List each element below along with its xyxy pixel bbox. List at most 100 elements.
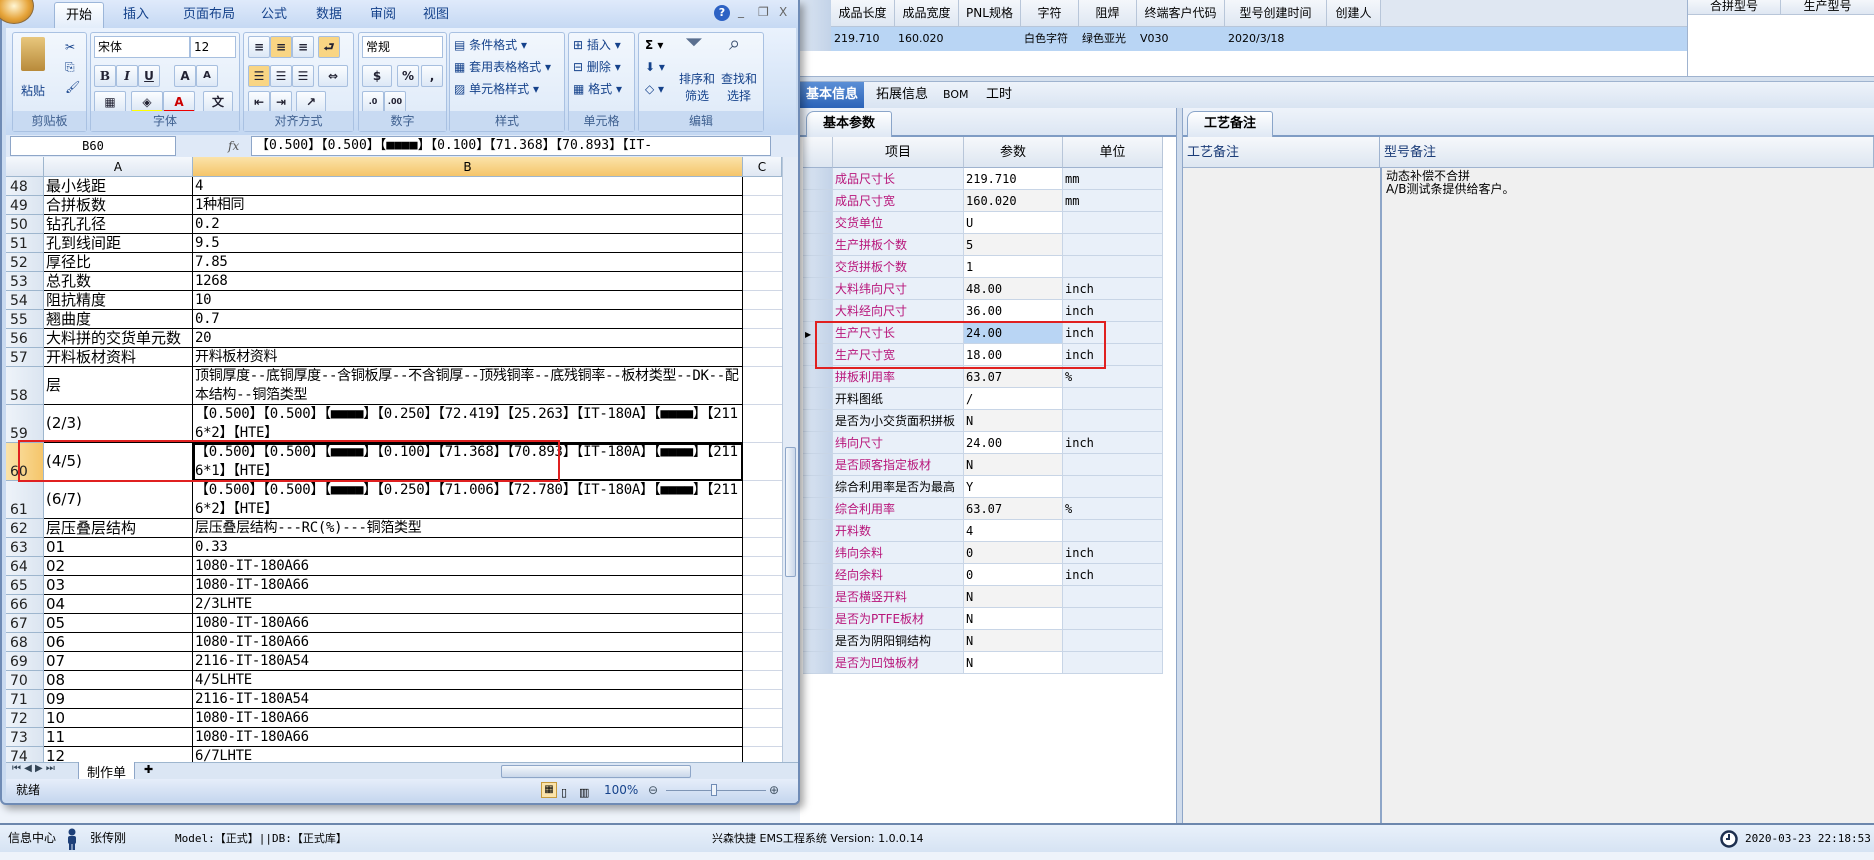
find-select-button[interactable]: 查找和 选择 xyxy=(721,71,757,105)
grid-column-header[interactable]: 型号创建时间 xyxy=(1225,0,1327,27)
row-selector[interactable] xyxy=(803,608,833,630)
param-row[interactable]: 开料数 4 xyxy=(800,520,1176,542)
param-row[interactable]: 生产尺寸宽 18.00 inch xyxy=(800,344,1176,366)
percent-button[interactable]: % xyxy=(397,65,419,87)
row-selector[interactable] xyxy=(803,234,833,256)
cell-b[interactable]: 1080-IT-180A66 xyxy=(193,633,743,652)
wrap-text-button[interactable]: ⮐ xyxy=(318,36,340,58)
row-selector[interactable] xyxy=(803,256,833,278)
cell-c[interactable] xyxy=(743,177,782,196)
cell-a[interactable]: 层压叠层结构 xyxy=(44,519,193,538)
param-value[interactable]: 160.020 xyxy=(964,190,1063,212)
cell-c[interactable] xyxy=(743,481,782,519)
clear-icon[interactable]: ◇ ▾ xyxy=(645,79,664,99)
param-value[interactable]: 4 xyxy=(964,520,1063,542)
zoom-out-button[interactable]: ⊖ xyxy=(648,779,658,801)
row-header[interactable]: 48 xyxy=(6,177,44,196)
cell-b[interactable]: 6/7LHTE xyxy=(193,747,743,762)
row-header[interactable]: 70 xyxy=(6,671,44,690)
cell-b[interactable]: 7.85 xyxy=(193,253,743,272)
param-row[interactable]: 开料图纸 / xyxy=(800,388,1176,410)
cell-a[interactable]: 06 xyxy=(44,633,193,652)
tab-basic-params[interactable]: 基本参数 xyxy=(806,111,893,137)
help-icon[interactable]: ? xyxy=(714,5,730,21)
row-header[interactable]: 57 xyxy=(6,348,44,367)
param-row[interactable]: 拼板利用率 63.07 % xyxy=(800,366,1176,388)
sort-filter-button[interactable]: 排序和 筛选 xyxy=(679,71,715,105)
row-selector[interactable] xyxy=(803,498,833,520)
row-selector[interactable] xyxy=(803,366,833,388)
row-selector[interactable] xyxy=(803,388,833,410)
grid-column-header[interactable]: 创建人 xyxy=(1327,0,1381,27)
row-header[interactable]: 63 xyxy=(6,538,44,557)
row-selector[interactable] xyxy=(803,652,833,674)
ribbon-tab[interactable]: 开始 xyxy=(54,2,105,28)
param-row[interactable]: 是否顾客指定板材 N xyxy=(800,454,1176,476)
param-value[interactable]: 5 xyxy=(964,234,1063,256)
ribbon-tab[interactable]: 视图 xyxy=(412,2,460,28)
cell-b[interactable]: 4 xyxy=(193,177,743,196)
row-header[interactable]: 60 xyxy=(6,443,44,481)
grid-row-filler[interactable] xyxy=(1381,27,1687,51)
row-selector[interactable] xyxy=(803,476,833,498)
cell-b[interactable]: 1080-IT-180A66 xyxy=(193,557,743,576)
tab-bom[interactable]: BOM xyxy=(937,82,975,108)
param-value[interactable]: 48.00 xyxy=(964,278,1063,300)
ribbon-tab[interactable]: 数据 xyxy=(305,2,353,28)
format-painter-icon[interactable]: 🖌 xyxy=(65,77,80,97)
cell-c[interactable] xyxy=(743,690,782,709)
cell-a[interactable]: 总孔数 xyxy=(44,272,193,291)
row-selector[interactable] xyxy=(803,586,833,608)
currency-button[interactable]: $ xyxy=(362,65,392,87)
cell-a[interactable]: 12 xyxy=(44,747,193,762)
sheet-nav-buttons[interactable]: ⏮ ◀ ▶ ⏭ xyxy=(12,763,55,774)
cell-b[interactable]: 0.33 xyxy=(193,538,743,557)
param-row[interactable]: 生产拼板个数 5 xyxy=(800,234,1176,256)
cell-b[interactable]: 【0.500】【0.500】【■■■■】【0.250】【72.419】【25.2… xyxy=(193,405,743,443)
cell-a[interactable]: (2/3) xyxy=(44,405,193,443)
cell-c[interactable] xyxy=(743,747,782,762)
row-selector[interactable] xyxy=(800,0,831,51)
row-header[interactable]: 72 xyxy=(6,709,44,728)
phonetic-button[interactable]: 文 xyxy=(203,91,233,113)
cell-c[interactable] xyxy=(743,538,782,557)
number-format-select[interactable]: 常规 xyxy=(362,36,443,58)
increase-decimal-button[interactable]: .0 xyxy=(362,91,384,113)
row-selector[interactable] xyxy=(803,168,833,190)
row-selector[interactable] xyxy=(803,564,833,586)
paste-icon[interactable] xyxy=(21,37,45,71)
merge-center-button[interactable]: ⇔ xyxy=(318,65,348,87)
cell-b[interactable]: 1080-IT-180A66 xyxy=(193,728,743,747)
normal-view-button[interactable]: ▦ xyxy=(541,782,557,798)
cell-c[interactable] xyxy=(743,633,782,652)
insert-cells-button[interactable]: ⊞ 插入 ▾ xyxy=(573,35,621,55)
ribbon-tab[interactable]: 页面布局 xyxy=(172,2,246,28)
grow-font-button[interactable]: A xyxy=(174,65,196,87)
row-header[interactable]: 65 xyxy=(6,576,44,595)
row-header[interactable]: 55 xyxy=(6,310,44,329)
cell-c[interactable] xyxy=(743,272,782,291)
font-name-select[interactable]: 宋体 xyxy=(94,36,190,58)
row-selector[interactable] xyxy=(803,278,833,300)
param-value[interactable]: 219.710 xyxy=(964,168,1063,190)
param-value[interactable]: N xyxy=(964,608,1063,630)
page-layout-view-button[interactable]: ▯ xyxy=(561,782,567,804)
cell-b[interactable]: 4/5LHTE xyxy=(193,671,743,690)
tab-basic-info[interactable]: 基本信息 xyxy=(800,82,865,108)
row-header[interactable]: 67 xyxy=(6,614,44,633)
cell-b[interactable]: 层压叠层结构---RC(%)---铜箔类型 xyxy=(193,519,743,538)
param-value[interactable]: N xyxy=(964,630,1063,652)
row-selector[interactable] xyxy=(803,344,833,366)
increase-indent-button[interactable]: ⇥ xyxy=(270,91,292,113)
row-header[interactable]: 62 xyxy=(6,519,44,538)
row-header[interactable]: 71 xyxy=(6,690,44,709)
orientation-button[interactable]: ↗ xyxy=(296,91,326,113)
row-header[interactable]: 58 xyxy=(6,367,44,405)
row-header[interactable]: 74 xyxy=(6,747,44,762)
param-value[interactable]: 1 xyxy=(964,256,1063,278)
scroll-thumb[interactable] xyxy=(785,447,796,577)
param-row[interactable]: 成品尺寸宽 160.020 mm xyxy=(800,190,1176,212)
fill-color-button[interactable]: ◈ xyxy=(131,91,163,113)
row-header[interactable]: 56 xyxy=(6,329,44,348)
param-value[interactable]: N xyxy=(964,652,1063,674)
